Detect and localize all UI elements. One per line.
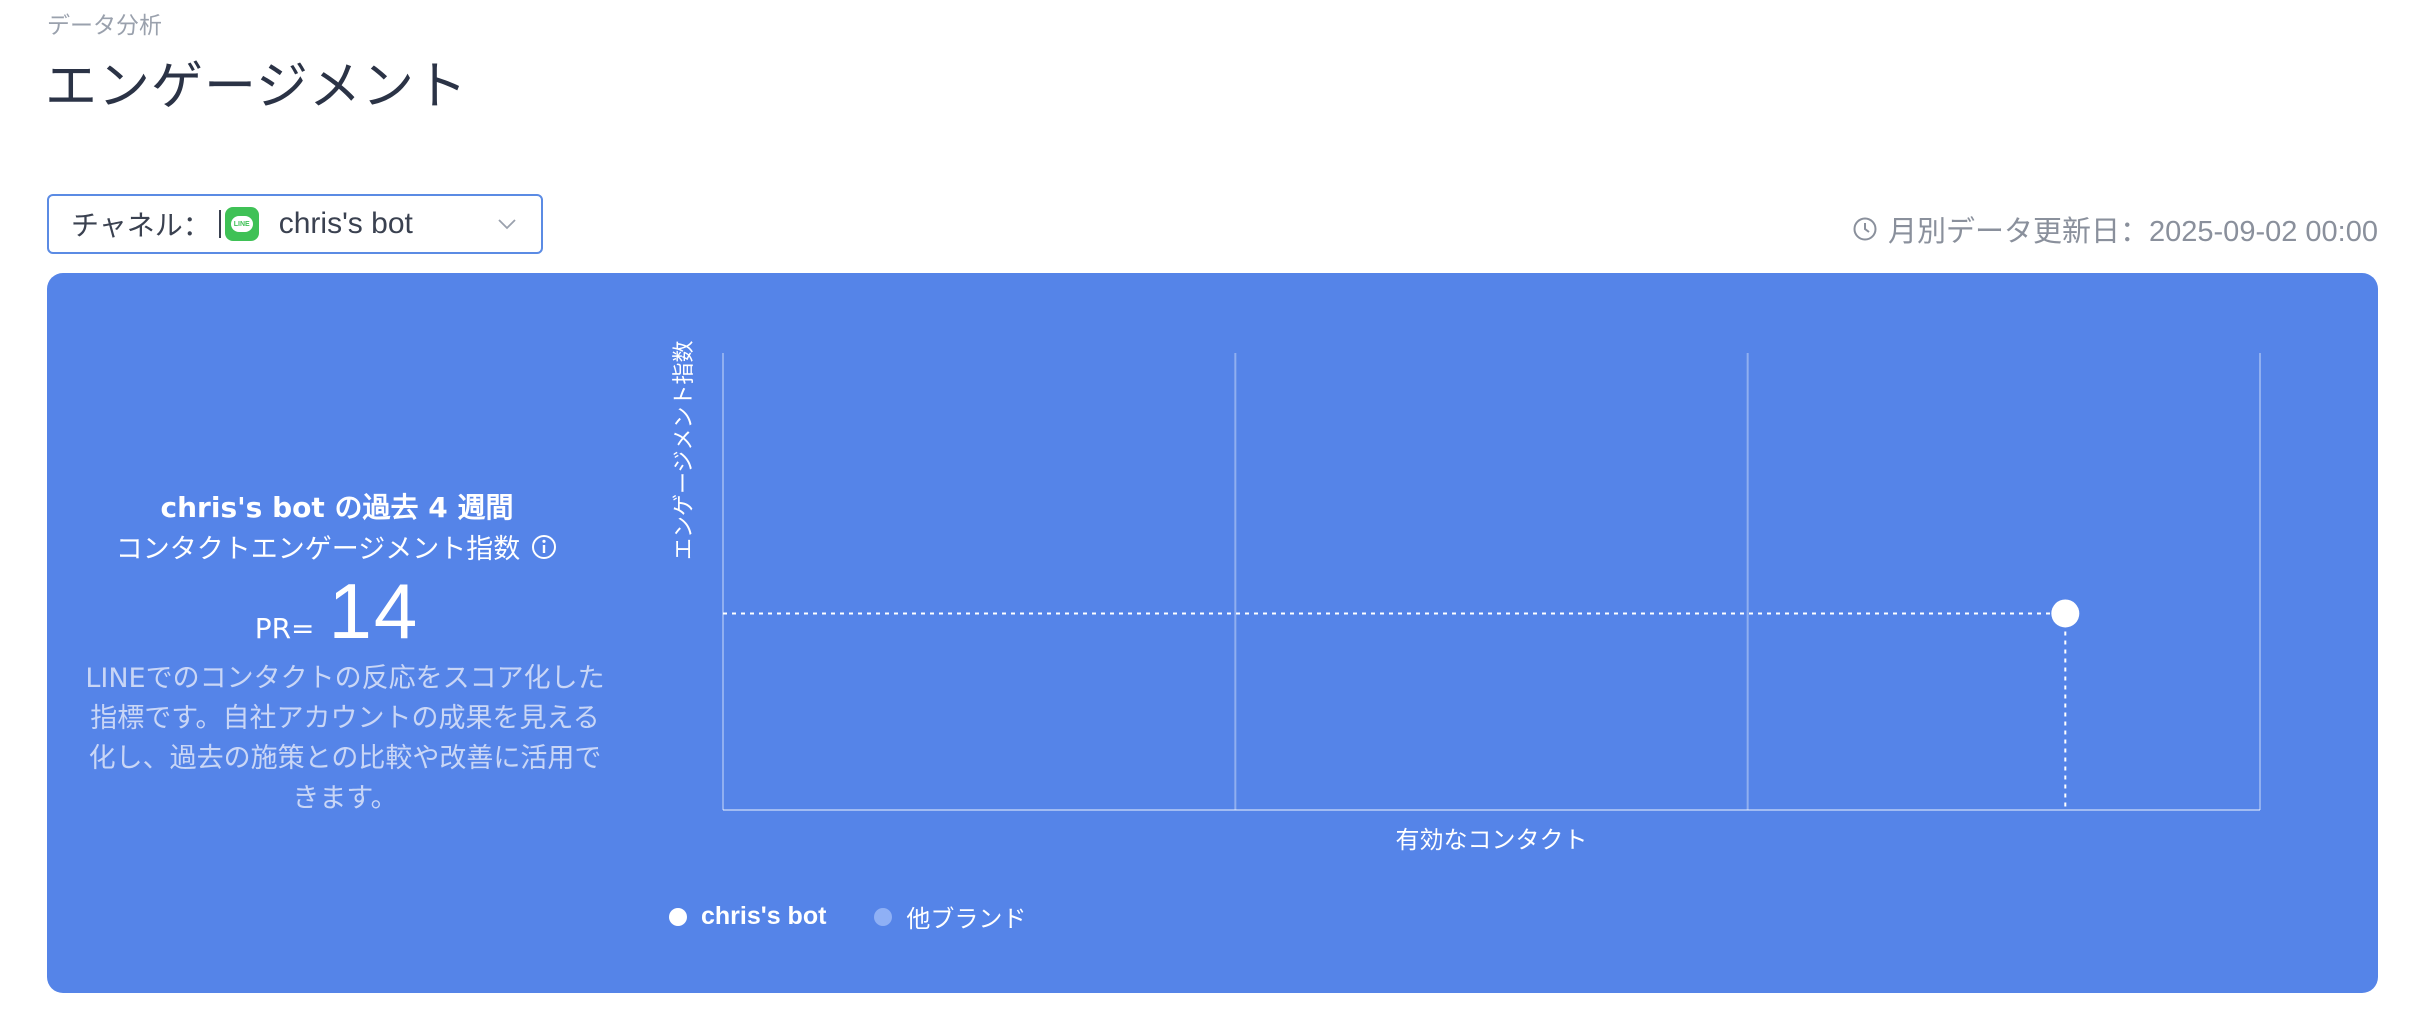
channel-select[interactable]: チャネル： LINE chris's bot <box>47 194 543 254</box>
legend-label: 他ブランド <box>906 905 1027 933</box>
clock-icon <box>1853 217 1877 241</box>
legend-label: chris's bot <box>701 902 827 930</box>
line-logo-text: LINE <box>230 216 253 232</box>
page-title: エンゲージメント <box>45 57 468 117</box>
legend-dot <box>874 907 893 926</box>
legend-item-other-brands[interactable]: 他ブランド <box>874 899 1026 934</box>
x-axis-label: 有効なコンタクト <box>1396 826 1588 854</box>
monthly-update-info: 月別データ更新日：2025-09-02 00:00 <box>1852 208 2378 250</box>
breadcrumb: データ分析 <box>47 13 162 39</box>
channel-value: chris's bot <box>278 207 413 240</box>
legend-dot <box>669 907 687 926</box>
legend-item-chris-bot[interactable]: chris's bot <box>669 902 826 931</box>
text-caret <box>218 210 221 238</box>
chart-legend: chris's bot 他ブランド <box>669 899 1074 934</box>
engagement-chart: 有効なコンタクト エンゲージメント指数 <box>672 340 2261 854</box>
y-axis-label: エンゲージメント指数 <box>672 340 697 560</box>
update-text: 月別データ更新日：2025-09-02 00:00 <box>1888 216 2378 248</box>
engagement-panel: chris's bot の過去 4 週間 コンタクトエンゲージメント指数 PR=… <box>47 273 2378 993</box>
data-point <box>2051 599 2080 628</box>
channel-label: チャネル： <box>71 209 211 242</box>
chevron-down-icon <box>498 219 516 230</box>
line-logo-icon: LINE <box>224 207 259 241</box>
